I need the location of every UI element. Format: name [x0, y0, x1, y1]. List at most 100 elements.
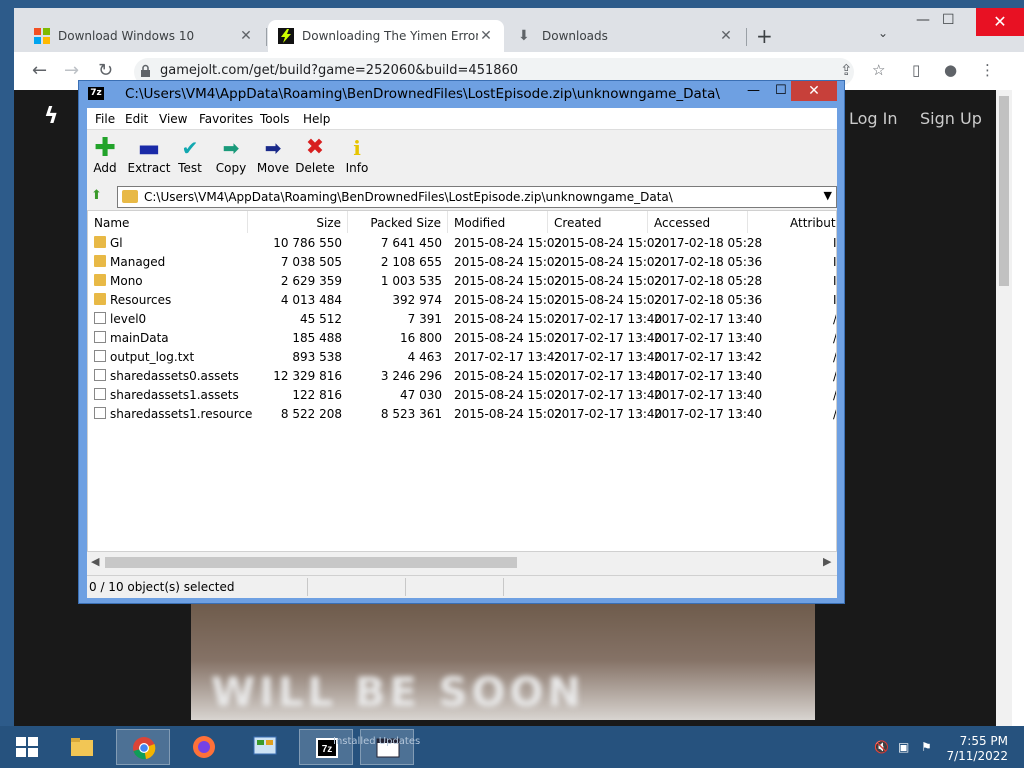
- taskbar-file-explorer[interactable]: [55, 729, 109, 765]
- minimize-icon[interactable]: —: [747, 83, 760, 98]
- cell-packed-size: 4 463: [407, 350, 442, 364]
- taskbar-chrome[interactable]: [116, 729, 170, 765]
- tab-strip: Download Windows 10 ✕ Downloading The Yi…: [14, 8, 1024, 52]
- tab-title: Downloads: [542, 29, 608, 43]
- forward-icon[interactable]: →: [64, 60, 79, 81]
- tab-download-windows[interactable]: Download Windows 10 ✕: [24, 20, 264, 52]
- network-icon[interactable]: ▣: [898, 740, 909, 754]
- menu-favorites[interactable]: Favorites: [199, 112, 253, 126]
- scroll-left-icon[interactable]: ◀: [91, 555, 99, 568]
- table-row[interactable]: output_log.txt 893 538 4 463 2017-02-17 13:…: [88, 347, 836, 366]
- cell-created: 2017-02-17 13:40: [554, 350, 663, 364]
- table-row[interactable]: level0 45 512 7 391 2015-08-24 15:02 2017-02…: [88, 309, 836, 328]
- media-caption: WILL BE SOON: [211, 670, 585, 716]
- cell-modified: 2015-08-24 15:02: [454, 274, 563, 288]
- column-header-size[interactable]: Size: [248, 211, 348, 233]
- taskbar-window[interactable]: [360, 729, 414, 765]
- horizontal-scrollbar[interactable]: ◀ ▶: [87, 554, 837, 571]
- cell-attributes: I: [833, 293, 837, 307]
- volume-muted-icon[interactable]: 🔇: [874, 740, 889, 754]
- action-center-flag-icon[interactable]: ⚑: [921, 740, 932, 754]
- add-button[interactable]: ✚ Add: [83, 135, 127, 175]
- info-button[interactable]: i Info: [335, 135, 379, 175]
- maximize-icon[interactable]: ☐: [942, 12, 955, 28]
- table-row[interactable]: sharedassets0.assets 12 329 816 3 246 296 2…: [88, 366, 836, 385]
- minus-icon: ▬: [137, 134, 161, 162]
- start-button[interactable]: [0, 729, 54, 765]
- table-row[interactable]: Mono 2 629 359 1 003 535 2015-08-24 15:02 20…: [88, 271, 836, 290]
- extract-button[interactable]: ▬ Extract: [127, 135, 171, 175]
- menu-edit[interactable]: Edit: [125, 112, 148, 126]
- lock-icon: [141, 64, 150, 77]
- close-tab-icon[interactable]: ✕: [478, 28, 494, 44]
- scrollbar-thumb[interactable]: [999, 96, 1009, 286]
- share-icon[interactable]: ⇪: [840, 61, 853, 79]
- more-menu-icon[interactable]: ⋮: [980, 61, 995, 79]
- close-button[interactable]: ✕: [791, 81, 837, 101]
- maximize-icon[interactable]: ☐: [775, 83, 787, 98]
- chevron-down-icon[interactable]: ⌄: [878, 26, 888, 40]
- tab-gamejolt[interactable]: Downloading The Yimen Error Se ✕: [268, 20, 504, 52]
- cell-modified: 2015-08-24 15:02: [454, 369, 563, 383]
- close-tab-icon[interactable]: ✕: [238, 28, 254, 44]
- close-window-button[interactable]: ✕: [976, 8, 1024, 36]
- move-button[interactable]: ➡ Move: [251, 135, 295, 175]
- page-scrollbar[interactable]: [996, 90, 1012, 726]
- table-row[interactable]: sharedassets1.resource 8 522 208 8 523 361…: [88, 404, 836, 423]
- tab-downloads[interactable]: ⬇ Downloads ✕: [508, 20, 744, 52]
- close-tab-icon[interactable]: ✕: [718, 28, 734, 44]
- delete-x-icon: ✖: [305, 135, 325, 160]
- cell-accessed: 2017-02-17 13:42: [654, 350, 763, 364]
- cell-attributes: I: [833, 255, 837, 269]
- gamejolt-logo-icon[interactable]: ϟ: [44, 104, 59, 129]
- column-header-attributes[interactable]: Attribute: [748, 211, 836, 233]
- cell-modified: 2015-08-24 15:02: [454, 236, 563, 250]
- scrollbar-thumb[interactable]: [105, 557, 517, 568]
- new-tab-icon[interactable]: +: [756, 24, 773, 48]
- column-header-modified[interactable]: Modified: [448, 211, 548, 233]
- side-panel-icon[interactable]: ▯: [912, 61, 920, 79]
- column-header-packed-size[interactable]: Packed Size: [348, 211, 448, 233]
- menu-bar: File Edit View Favorites Tools Help: [87, 108, 837, 130]
- cell-accessed: 2017-02-18 05:28: [654, 274, 763, 288]
- table-row[interactable]: Resources 4 013 484 392 974 2015-08-24 15:0…: [88, 290, 836, 309]
- cell-created: 2015-08-24 15:02: [554, 255, 663, 269]
- scroll-right-icon[interactable]: ▶: [823, 555, 831, 568]
- profile-avatar-icon[interactable]: ●: [944, 61, 957, 79]
- column-header-accessed[interactable]: Accessed: [648, 211, 748, 233]
- reload-icon[interactable]: ↻: [98, 60, 113, 81]
- login-link[interactable]: Log In: [849, 109, 898, 128]
- taskbar-control-panel[interactable]: [238, 729, 292, 765]
- file-icon: [94, 407, 106, 419]
- cell-created: 2017-02-17 13:40: [554, 369, 663, 383]
- column-header-name[interactable]: Name: [88, 211, 248, 233]
- menu-tools[interactable]: Tools: [260, 112, 290, 126]
- table-row[interactable]: Managed 7 038 505 2 108 655 2015-08-24 15:0…: [88, 252, 836, 271]
- arrow-right-icon: ➡: [264, 136, 282, 160]
- menu-help[interactable]: Help: [303, 112, 330, 126]
- 7zip-titlebar[interactable]: 7z C:\Users\VM4\AppData\Roaming\BenDrown…: [79, 81, 844, 107]
- status-separator: [405, 578, 406, 596]
- copy-button[interactable]: ➡ Copy: [209, 135, 253, 175]
- column-header-created[interactable]: Created: [548, 211, 648, 233]
- table-row[interactable]: sharedassets1.assets 122 816 47 030 2015-08…: [88, 385, 836, 404]
- back-icon[interactable]: ←: [32, 60, 47, 81]
- taskbar-firefox[interactable]: [177, 729, 231, 765]
- file-icon: [94, 312, 106, 324]
- path-combobox[interactable]: C:\Users\VM4\AppData\Roaming\BenDrownedF…: [117, 186, 837, 208]
- chevron-down-icon[interactable]: ▼: [824, 189, 832, 202]
- test-button[interactable]: ✔ Test: [168, 135, 212, 175]
- signup-link[interactable]: Sign Up: [920, 109, 982, 128]
- minimize-icon[interactable]: —: [916, 12, 930, 28]
- menu-view[interactable]: View: [159, 112, 187, 126]
- cell-accessed: 2017-02-17 13:40: [654, 388, 763, 402]
- bookmark-star-icon[interactable]: ☆: [872, 61, 885, 79]
- folder-up-icon[interactable]: ⬆: [91, 188, 109, 206]
- taskbar-7zip[interactable]: 7z: [299, 729, 353, 765]
- cell-name: sharedassets1.assets: [110, 388, 239, 402]
- table-row[interactable]: mainData 185 488 16 800 2015-08-24 15:02 201…: [88, 328, 836, 347]
- menu-file[interactable]: File: [95, 112, 115, 126]
- delete-button[interactable]: ✖ Delete: [293, 135, 337, 175]
- taskbar-clock[interactable]: 7:55 PM 7/11/2022: [946, 734, 1008, 764]
- table-row[interactable]: Gl 10 786 550 7 641 450 2015-08-24 15:02 201…: [88, 233, 836, 252]
